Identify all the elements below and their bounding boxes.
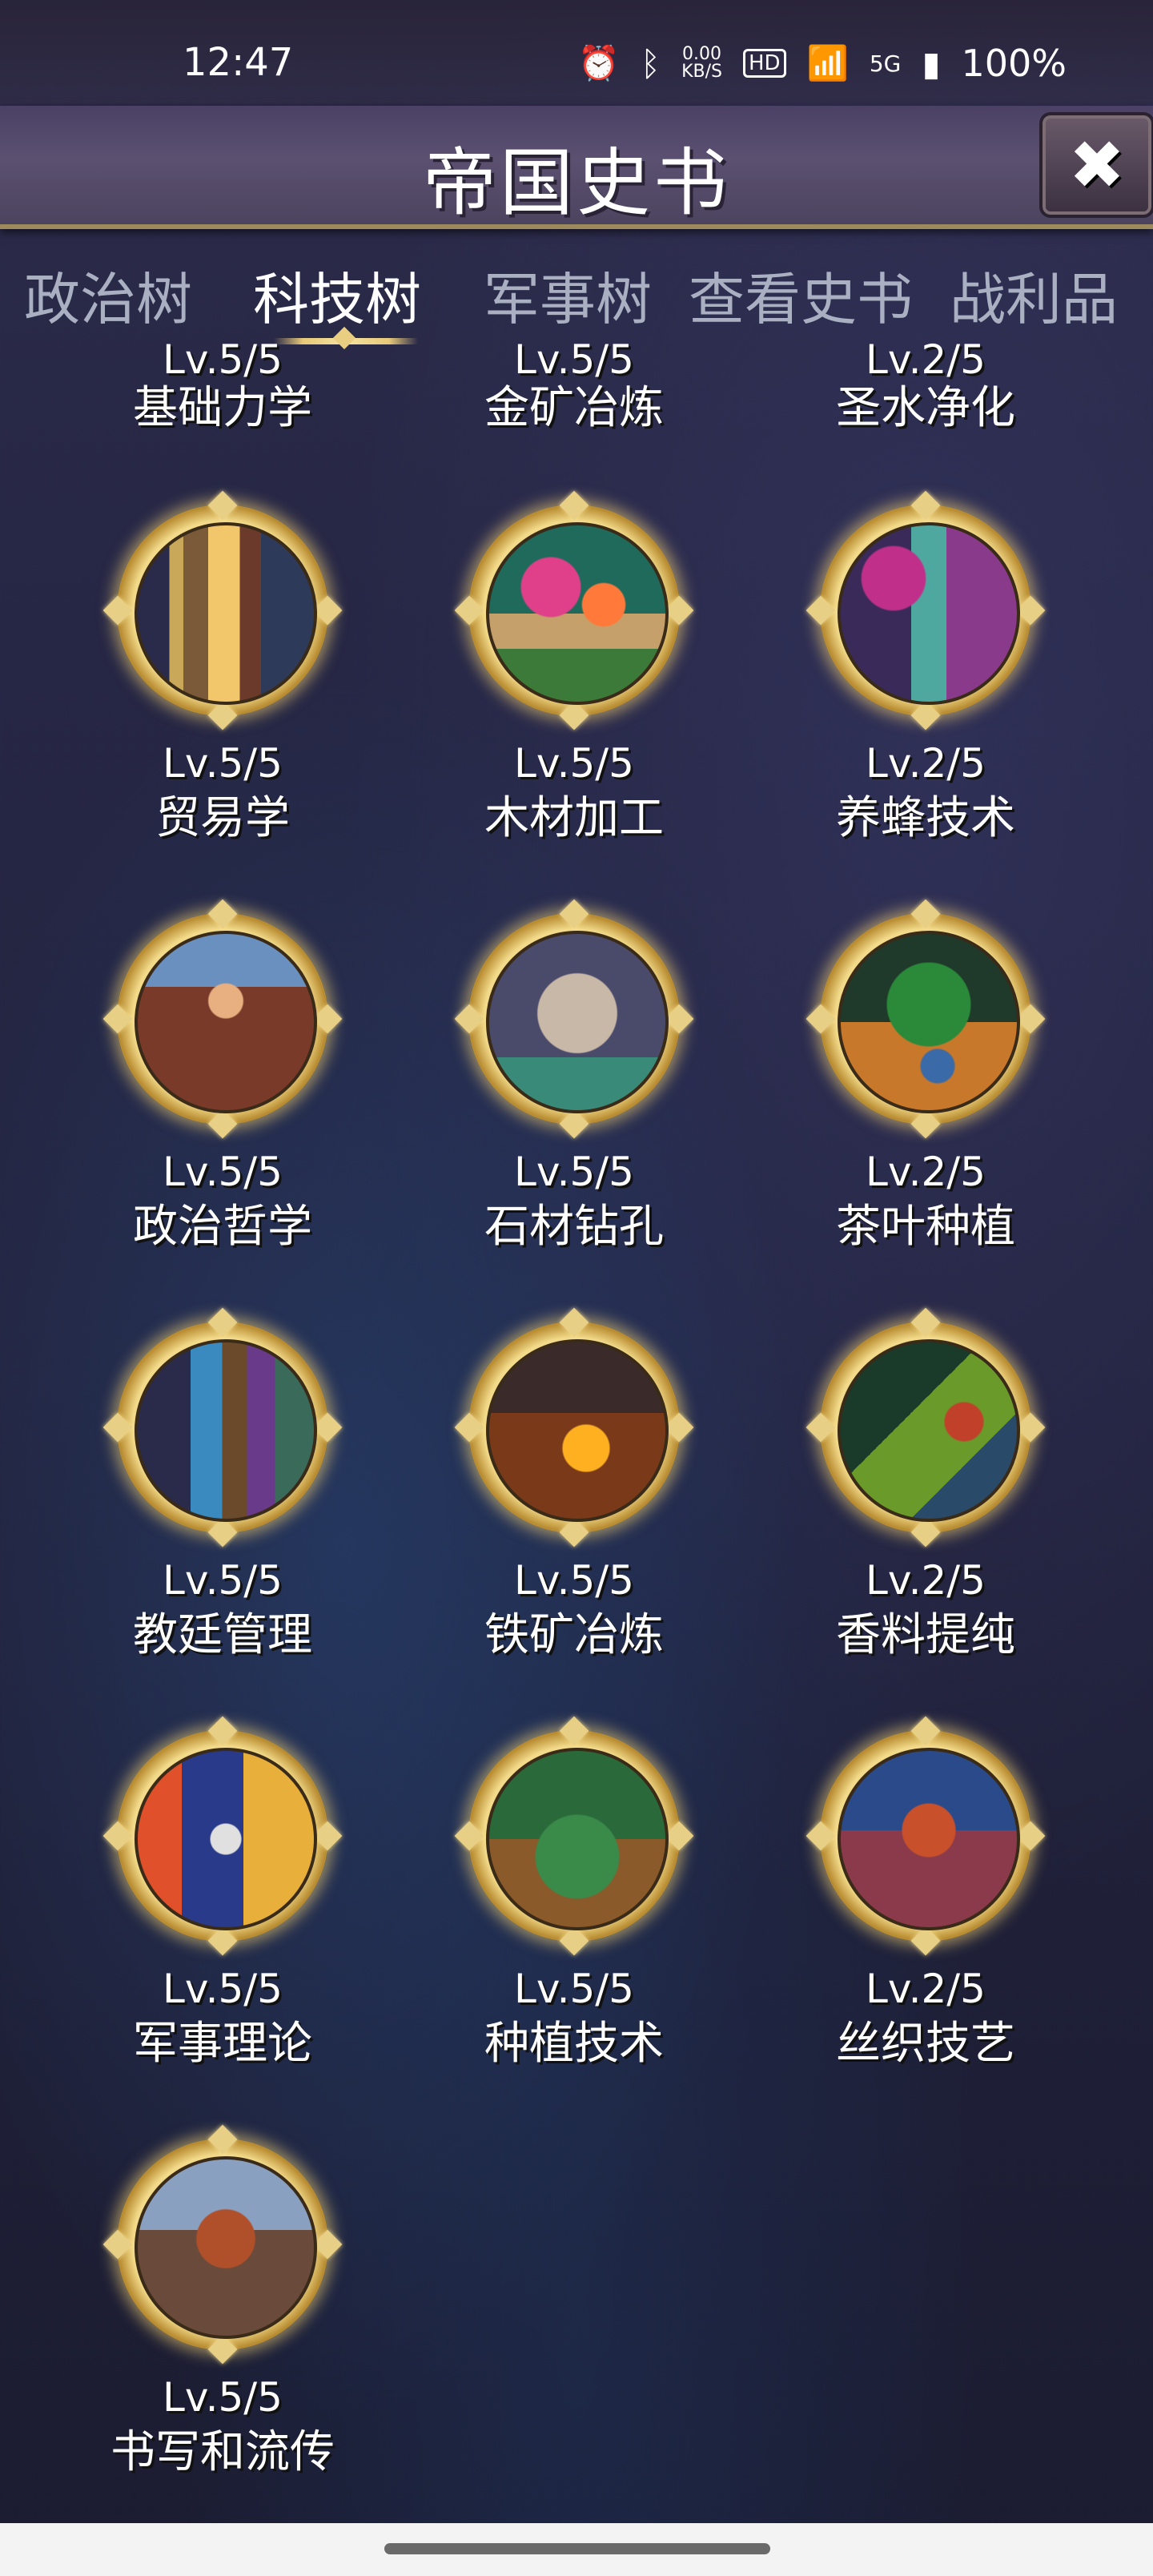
tech-level: Lv.2/5 xyxy=(866,740,986,787)
tech-medallion xyxy=(805,1716,1046,1956)
tech-icon-image xyxy=(135,1748,317,1930)
home-indicator[interactable] xyxy=(384,2543,770,2554)
tech-icon-image xyxy=(135,2156,317,2339)
tech-level: Lv.2/5 xyxy=(866,1149,986,1195)
tech-icon-image xyxy=(135,931,317,1113)
tab-bar: 政治树 科技树 军事树 查看史书 战利品 xyxy=(0,240,1153,350)
tech-name: 养蜂技术 xyxy=(836,792,1015,844)
tech-level: Lv.5/5 xyxy=(163,740,283,787)
close-button[interactable]: ✖ xyxy=(1039,112,1153,218)
tab-trophies[interactable]: 战利品 xyxy=(950,255,1118,336)
tech-name: 圣水净化 xyxy=(836,382,1015,434)
hd-badge: HD xyxy=(742,49,786,78)
tech-icon-image xyxy=(486,931,669,1113)
status-time: 12:47 xyxy=(183,40,294,85)
tech-medallion xyxy=(805,899,1046,1139)
status-bar: 12:47 ⏰ ᛒ 0.00 KB/S HD 📶 5G ▮ 100% xyxy=(0,0,1153,104)
tech-name: 军事理论 xyxy=(133,2018,312,2070)
tab-military[interactable]: 军事树 xyxy=(484,255,652,336)
tech-item[interactable]: Lv.5/5 贸易学 xyxy=(78,490,367,844)
tech-level: Lv.5/5 xyxy=(163,1557,283,1604)
tech-name: 铁矿冶炼 xyxy=(484,1609,664,1661)
bluetooth-icon: ᛒ xyxy=(640,43,661,83)
tech-icon-image xyxy=(486,1339,669,1522)
title-bar: 帝国史书 xyxy=(0,106,1153,229)
tech-item[interactable]: Lv.5/5 种植技术 xyxy=(430,1716,718,2070)
wifi-icon: 📶 xyxy=(806,43,849,83)
tech-icon-image xyxy=(838,1748,1020,1930)
tech-medallion xyxy=(805,1307,1046,1548)
tech-medallion xyxy=(454,1716,694,1956)
tech-icon-image xyxy=(486,522,669,705)
status-icons: ⏰ ᛒ 0.00 KB/S HD 📶 5G ▮ 100% xyxy=(578,42,1067,85)
tech-icon-image xyxy=(838,1339,1020,1522)
tech-item[interactable]: Lv.2/5 养蜂技术 xyxy=(781,490,1070,844)
tech-name: 基础力学 xyxy=(133,382,312,434)
tech-level: Lv.5/5 xyxy=(163,2374,283,2421)
close-icon: ✖ xyxy=(1068,126,1126,204)
tech-level: Lv.5/5 xyxy=(514,1149,634,1195)
tech-item[interactable]: Lv.5/5 石材钻孔 xyxy=(430,899,718,1253)
tech-medallion xyxy=(102,1716,343,1956)
battery-percent: 100% xyxy=(961,42,1067,85)
battery-icon: ▮ xyxy=(922,43,941,83)
tech-name: 木材加工 xyxy=(484,792,664,844)
tech-item[interactable]: Lv.5/5 教廷管理 xyxy=(78,1307,367,1661)
tech-name: 香料提纯 xyxy=(836,1609,1015,1661)
page-title: 帝国史书 xyxy=(422,140,730,226)
tech-medallion xyxy=(102,899,343,1139)
net-speed-unit: KB/S xyxy=(681,62,722,82)
tech-item[interactable]: Lv.5/5 书写和流传 xyxy=(78,2124,367,2478)
tech-level: Lv.2/5 xyxy=(866,1557,986,1604)
tech-icon-image xyxy=(838,522,1020,705)
tech-medallion xyxy=(805,490,1046,731)
tab-technology[interactable]: 科技树 xyxy=(253,255,421,336)
tech-medallion xyxy=(454,1307,694,1548)
tab-politics[interactable]: 政治树 xyxy=(24,255,192,336)
tech-medallion xyxy=(102,2124,343,2365)
signal-icon: 5G xyxy=(869,50,902,77)
tech-item[interactable]: Lv.2/5 丝织技艺 xyxy=(781,1716,1070,2070)
net-speed: 0.00 KB/S xyxy=(681,46,722,81)
tech-icon-image xyxy=(135,522,317,705)
tech-name: 丝织技艺 xyxy=(836,2018,1015,2070)
tech-item[interactable]: Lv.5/5 铁矿冶炼 xyxy=(430,1307,718,1661)
tech-medallion xyxy=(454,899,694,1139)
tech-level: Lv.5/5 xyxy=(514,1557,634,1604)
tech-name: 茶叶种植 xyxy=(836,1201,1015,1253)
tech-item[interactable]: Lv.2/5 香料提纯 xyxy=(781,1307,1070,1661)
tech-name: 书写和流传 xyxy=(110,2426,335,2478)
tech-item[interactable]: Lv.5/5 政治哲学 xyxy=(78,899,367,1253)
tech-name: 石材钻孔 xyxy=(484,1201,664,1253)
tech-icon-image xyxy=(838,931,1020,1113)
tech-item[interactable]: Lv.5/5 木材加工 xyxy=(430,490,718,844)
tech-item[interactable]: Lv.2/5 茶叶种植 xyxy=(781,899,1070,1253)
tech-name: 政治哲学 xyxy=(133,1201,312,1253)
tech-medallion xyxy=(454,490,694,731)
tech-name: 种植技术 xyxy=(484,2018,664,2070)
tech-level: Lv.5/5 xyxy=(514,1966,634,2012)
tech-icon-image xyxy=(486,1748,669,1930)
tab-history-book[interactable]: 查看史书 xyxy=(689,255,913,336)
tech-medallion xyxy=(102,1307,343,1548)
tech-name: 金矿冶炼 xyxy=(484,382,664,434)
tech-item[interactable]: Lv.5/5 军事理论 xyxy=(78,1716,367,2070)
tech-icon-image xyxy=(135,1339,317,1522)
tech-name: 贸易学 xyxy=(155,792,290,844)
tech-level: Lv.2/5 xyxy=(866,1966,986,2012)
alarm-icon: ⏰ xyxy=(577,43,620,83)
tech-name: 教廷管理 xyxy=(133,1609,312,1661)
tech-level: Lv.5/5 xyxy=(514,740,634,787)
tech-level: Lv.5/5 xyxy=(163,1966,283,2012)
tech-medallion xyxy=(102,490,343,731)
tech-level: Lv.5/5 xyxy=(163,1149,283,1195)
net-speed-value: 0.00 xyxy=(682,44,721,64)
